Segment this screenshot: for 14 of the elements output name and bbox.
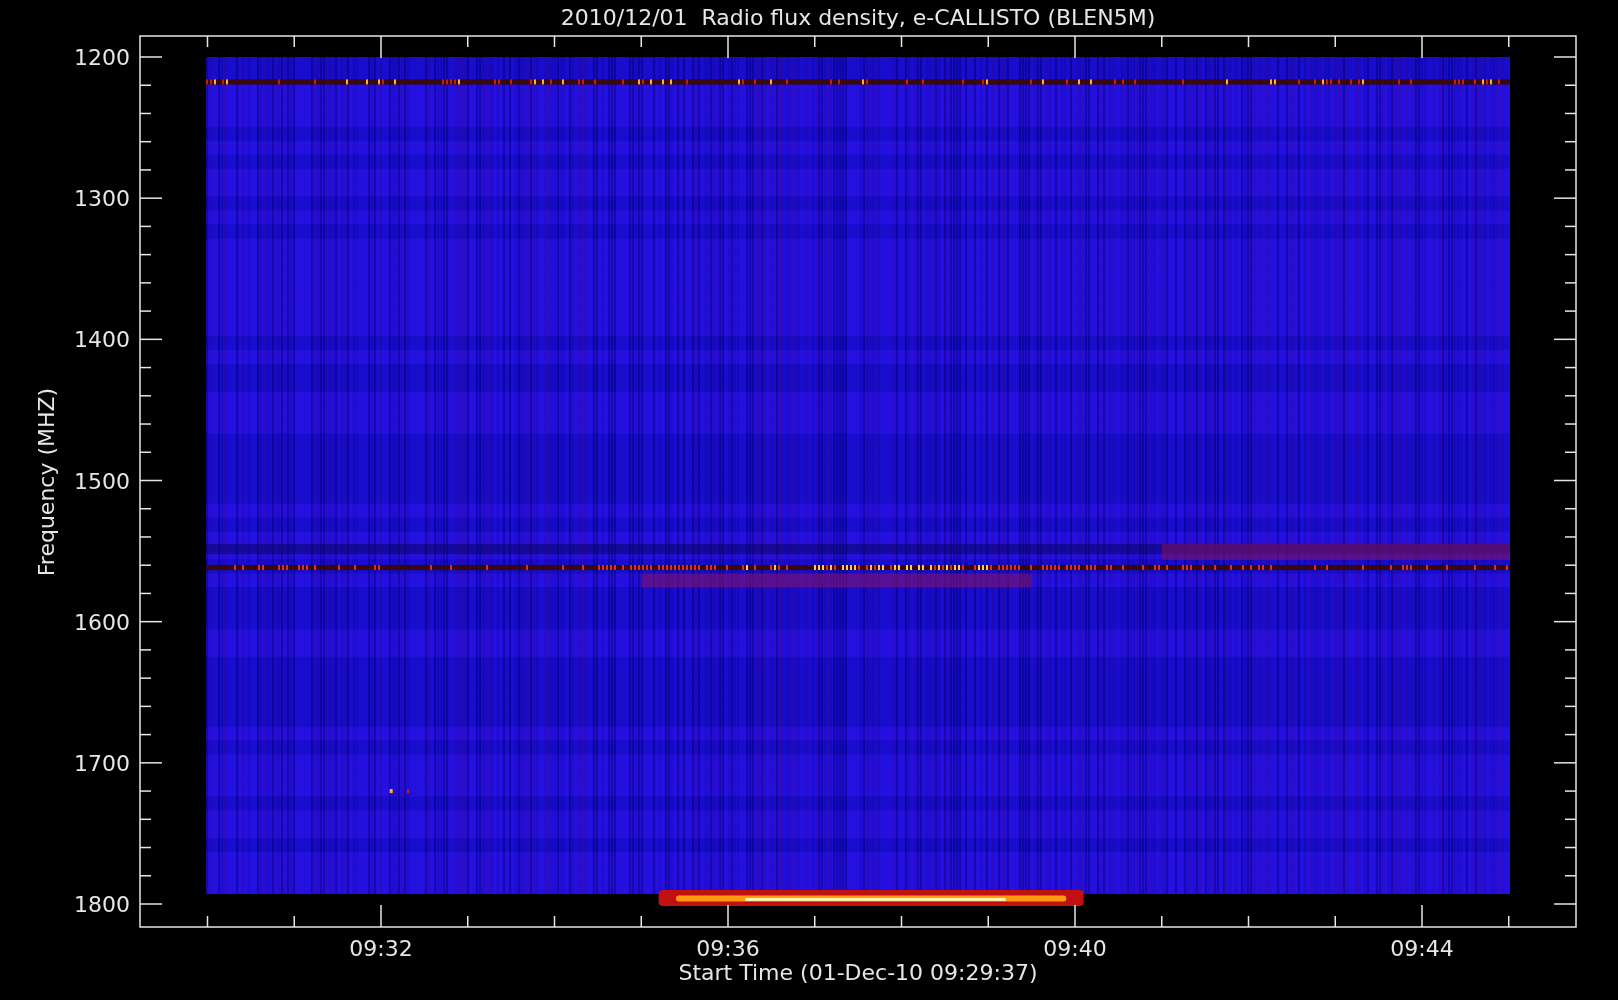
chart-title: 2010/12/01 Radio flux density, e-CALLISTO (BLEN5M) (560, 5, 1156, 30)
x-tick-label: 09:40 (1043, 936, 1107, 961)
y-tick-label: 1300 (74, 186, 130, 212)
y-tick-label: 1400 (74, 327, 130, 353)
x-tick-label: 09:44 (1390, 936, 1454, 961)
y-tick-label: 1200 (74, 45, 130, 70)
y-tick-label: 1800 (74, 892, 130, 917)
y-axis-label: Frequency (MHZ) (34, 387, 59, 577)
x-tick-label: 09:32 (349, 936, 413, 961)
y-tick-label: 1600 (74, 609, 130, 635)
y-tick-label: 1700 (74, 750, 130, 776)
y-tick-label: 1500 (74, 468, 130, 494)
x-axis-label: Start Time (01-Dec-10 09:29:37) (678, 960, 1038, 985)
x-tick-label: 09:36 (696, 936, 760, 961)
